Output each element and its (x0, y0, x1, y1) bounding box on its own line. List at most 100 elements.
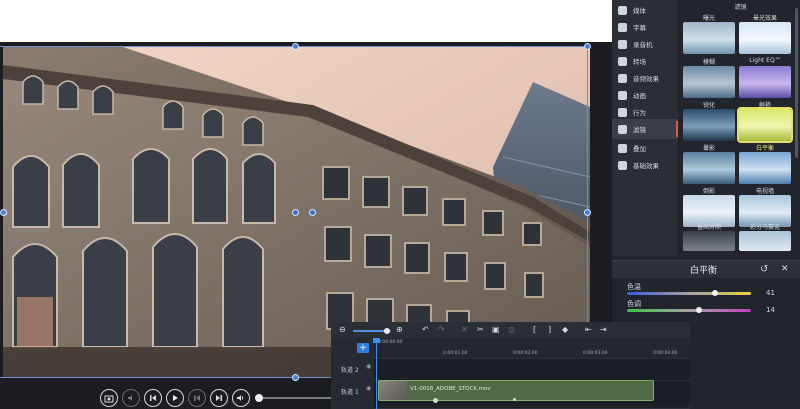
temperature-slider-knob[interactable] (712, 290, 719, 296)
rotate-handle[interactable] (309, 209, 316, 216)
filter-label: 曝光 (702, 15, 715, 22)
audio-effects-icon (618, 73, 627, 83)
basic-effects-icon (618, 160, 627, 170)
filter-icon (618, 124, 627, 134)
filters-header: 滤镜 (734, 4, 747, 11)
timeline-playhead[interactable] (376, 338, 377, 409)
clip-thumbnail (379, 381, 407, 400)
ruler-tick-label: 0:00:02.00 (513, 351, 538, 356)
clip-keyframe[interactable] (433, 398, 438, 403)
track-label-2: 轨道 2 (341, 367, 359, 374)
filter-label: 晕光效果 (752, 15, 777, 22)
sidebar-item-label: 音频效果 (633, 75, 659, 83)
behavior-icon (618, 107, 627, 117)
sidebar-item-basic-effects[interactable]: 基础效果 (612, 155, 678, 175)
playback-scrubber-knob[interactable] (255, 394, 263, 402)
reset-icon[interactable]: ↺ (760, 264, 768, 275)
ruler-tick-label: 0:00:01.00 (443, 351, 468, 356)
sidebar-item-label: 行为 (633, 109, 646, 117)
tint-value: 14 (766, 306, 775, 314)
mark-in-icon[interactable]: [ (533, 325, 536, 334)
copy-icon[interactable]: ▣ (492, 325, 500, 334)
undo-icon[interactable]: ↶ (422, 325, 429, 334)
redo-icon[interactable]: ↷ (438, 325, 445, 334)
split-right-icon[interactable]: ⇥ (600, 325, 607, 334)
eye-icon[interactable]: ◉ (366, 385, 371, 392)
playback-scrubber-track[interactable] (256, 397, 334, 399)
filters-scrollbar[interactable] (795, 8, 798, 158)
sidebar-nav: 媒体 字幕 录音机 转场 音频效果 动画 行为 滤镜 叠加 基础效果 (612, 0, 678, 256)
timeline-zoom-knob[interactable] (384, 328, 390, 334)
sidebar-item-label: 录音机 (633, 41, 653, 49)
timeline-zoom-fill (353, 330, 387, 332)
filter-label: 电视墙 (755, 188, 774, 195)
zoom-out-icon[interactable]: ⊖ (339, 325, 346, 334)
filter-tile-white-balance[interactable] (739, 152, 791, 184)
tint-slider-knob[interactable] (695, 307, 702, 313)
track-label-1: 轨道 1 (341, 389, 359, 396)
resize-handle-right[interactable] (584, 209, 591, 216)
sidebar-item-label: 动画 (633, 92, 646, 100)
filter-tile-sharpen[interactable] (683, 109, 735, 141)
marker-icon[interactable]: ◆ (562, 325, 568, 334)
camera-icon[interactable] (100, 389, 118, 407)
delete-icon[interactable]: ✕ (461, 325, 468, 334)
temperature-slider[interactable] (627, 292, 751, 295)
clip-name: V1-0018_ADOBE_STOCK.mov (410, 386, 491, 392)
volume-down-icon[interactable] (122, 389, 140, 407)
filter-label: 白平衡 (755, 145, 774, 152)
sidebar-item-filters[interactable]: 滤镜 (612, 119, 678, 139)
animation-icon (618, 90, 627, 100)
sidebar-item-label: 字幕 (633, 24, 646, 32)
eye-icon[interactable]: ◉ (366, 363, 371, 370)
video-editor-window: 媒体 字幕 录音机 转场 音频效果 动画 行为 滤镜 叠加 基础效果 滤镜 曝光… (0, 0, 800, 409)
filter-tile-bloom[interactable] (739, 22, 791, 54)
filter-tile-mosaic[interactable] (739, 231, 791, 251)
tint-slider[interactable] (627, 309, 751, 312)
clip-center-marker (513, 398, 516, 401)
mark-out-icon[interactable]: ] (548, 325, 551, 334)
filter-label: 叠画对照 (696, 224, 721, 231)
center-handle[interactable] (292, 209, 299, 216)
transitions-icon (618, 56, 627, 66)
filter-label: Light EQ™ (749, 57, 781, 64)
ruler-tick-label: 0:00:03.00 (583, 351, 608, 356)
playback-controls (100, 389, 250, 407)
track-row-2[interactable] (374, 358, 690, 382)
volume-icon[interactable] (232, 389, 250, 407)
paste-icon[interactable]: ◎ (508, 325, 515, 334)
sidebar-item-label: 叠加 (633, 145, 646, 153)
resize-handle-bottom[interactable] (292, 374, 299, 381)
resize-handle-top-right[interactable] (584, 43, 591, 50)
filter-tile-exposure[interactable] (683, 22, 735, 54)
ruler-tick-label: 0:00:04.00 (653, 351, 678, 356)
close-icon[interactable]: ✕ (781, 264, 789, 274)
filter-tile-overlay-compare[interactable] (683, 231, 735, 251)
filter-tile-blur[interactable] (683, 66, 735, 98)
media-icon (618, 5, 627, 15)
play-icon[interactable] (166, 389, 184, 407)
step-back-icon[interactable] (144, 389, 162, 407)
filter-label: 鲜艳 (758, 102, 771, 109)
filter-label: 模糊 (702, 59, 715, 66)
microphone-icon (618, 39, 627, 49)
cut-icon[interactable]: ✂ (477, 325, 484, 334)
playhead-handle[interactable] (373, 338, 380, 343)
sidebar-item-label: 转场 (633, 58, 646, 66)
filter-label: 彩分马赛克 (749, 224, 780, 231)
resize-handle-top[interactable] (292, 43, 299, 50)
temperature-value: 41 (766, 289, 775, 297)
filter-label: 锐化 (702, 102, 715, 109)
filter-tile-light-eq[interactable] (739, 66, 791, 98)
filter-tile-vivid[interactable] (737, 107, 793, 143)
text-icon (618, 22, 627, 32)
sidebar-item-label: 滤镜 (633, 126, 646, 134)
skip-start-icon[interactable] (188, 389, 206, 407)
zoom-in-icon[interactable]: ⊕ (396, 325, 403, 334)
filter-tile-vignette[interactable] (683, 152, 735, 184)
split-left-icon[interactable]: ⇤ (585, 325, 592, 334)
filter-label: 暈影 (702, 145, 715, 152)
add-track-button[interactable]: + (357, 343, 369, 353)
skip-end-icon[interactable] (210, 389, 228, 407)
resize-handle-left[interactable] (0, 209, 7, 216)
